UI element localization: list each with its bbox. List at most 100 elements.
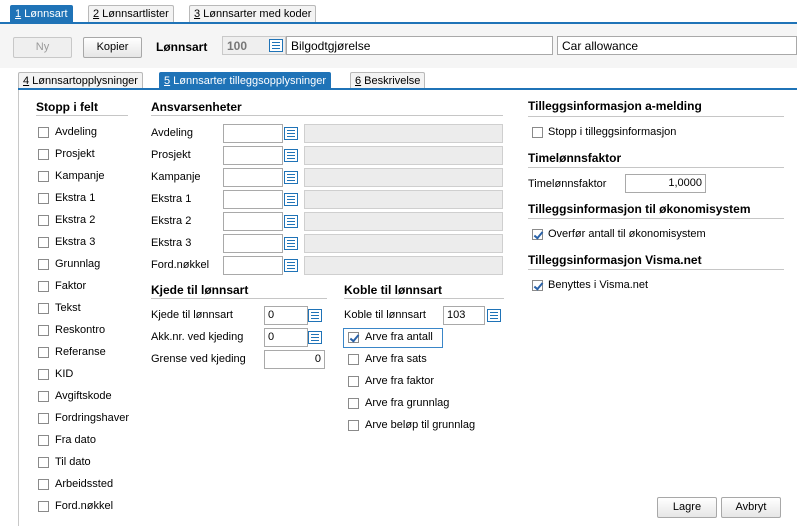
koble-option-checkbox[interactable] [348,398,359,409]
tab-lonnsarter-tilleggsopplysninger[interactable]: 5 Lønnsarter tilleggsopplysninger [159,72,332,89]
amelding-section-title: Tilleggsinformasjon a-melding [528,99,702,113]
tab-lonnsarter-med-koder[interactable]: 3 Lønnsarter med koder [189,5,317,23]
ansvar-description-field [304,168,503,187]
tab-beskrivelse[interactable]: 6 Beskrivelse [350,72,426,89]
stopp-checkbox[interactable] [38,149,49,160]
stopp-checkbox[interactable] [38,193,49,204]
stopp-checkbox[interactable] [38,127,49,138]
koble-option-label: Arve fra grunnlag [365,397,450,409]
stopp-checkbox[interactable] [38,501,49,512]
ansvar-item-label: Prosjekt [151,149,191,161]
lookup-icon[interactable] [284,237,298,250]
overfor-label: Overfør antall til økonomisystem [548,228,706,240]
koble-label: Koble til lønnsart [344,309,426,321]
lagre-button[interactable]: Lagre [657,497,717,518]
ansvar-field[interactable] [223,234,283,253]
stopp-checkbox[interactable] [38,413,49,424]
koble-option-checkbox[interactable] [348,332,359,343]
stopp-checkbox[interactable] [38,281,49,292]
stopp-checkbox[interactable] [38,435,49,446]
stopp-section-title: Stopp i felt [36,100,98,114]
ansvar-item-label: Ford.nøkkel [151,259,210,271]
ansvar-field[interactable] [223,124,283,143]
stopp-item-label: KID [55,368,74,380]
timelonn-section-title: Timelønnsfaktor [528,151,622,165]
koble-option-label: Arve fra sats [365,353,427,365]
tab-label: Lønnsarter tilleggsopplysninger [170,75,327,87]
koble-option-label: Arve fra faktor [365,375,435,387]
ansvar-field[interactable] [223,190,283,209]
akk-field[interactable]: 0 [264,328,308,347]
koble-option-checkbox[interactable] [348,376,359,387]
stopp-checkbox[interactable] [38,237,49,248]
stopp-item-label: Ekstra 2 [55,214,96,226]
lookup-icon[interactable] [487,309,501,322]
okonomi-section-title: Tilleggsinformasjon til økonomisystem [528,202,751,216]
ny-button[interactable]: Ny [13,37,72,58]
tab-label: Lønnsart [21,8,68,20]
grense-field[interactable]: 0 [264,350,325,369]
kjede-section-title: Kjede til lønnsart [151,283,249,297]
koble-option-checkbox[interactable] [348,354,359,365]
stopp-item-label: Fordringshaver [55,412,129,424]
stopp-item-label: Til dato [55,456,91,468]
ansvar-field[interactable] [223,168,283,187]
lonnsart-name-field[interactable]: Bilgodtgjørelse [286,36,553,55]
stopp-item-label: Faktor [55,280,87,292]
lookup-icon[interactable] [308,331,322,344]
kopier-button[interactable]: Kopier [83,37,142,58]
koble-option-checkbox[interactable] [348,420,359,431]
kjede-field[interactable]: 0 [264,306,308,325]
lonnsart-label: Lønnsart [156,40,208,54]
stopp-item-label: Avdeling [55,126,97,138]
ansvar-field[interactable] [223,146,283,165]
overfor-checkbox[interactable] [532,229,543,240]
timelonn-field[interactable]: 1,0000 [625,174,706,193]
stopp-checkbox[interactable] [38,215,49,226]
stopp-checkbox[interactable] [38,369,49,380]
ansvar-item-label: Ekstra 3 [151,237,192,249]
tab-lonnsartlister[interactable]: 2 Lønnsartlister [88,5,174,23]
lookup-icon[interactable] [284,127,298,140]
ansvar-item-label: Kampanje [151,171,201,183]
benyttes-checkbox[interactable] [532,280,543,291]
akk-label: Akk.nr. ved kjeding [151,331,244,343]
ansvar-field[interactable] [223,256,283,275]
stopp-item-label: Kampanje [55,170,105,182]
lookup-icon[interactable] [308,309,322,322]
section-divider [151,298,327,299]
stopp-checkbox[interactable] [38,479,49,490]
section-divider [528,116,784,117]
timelonn-label: Timelønnsfaktor [528,178,607,190]
stopp-checkbox[interactable] [38,303,49,314]
tab-label: Lønnsartopplysninger [29,75,138,87]
koble-option-label: Arve beløp til grunnlag [365,419,476,431]
stopp-checkbox[interactable] [38,391,49,402]
lookup-icon[interactable] [284,149,298,162]
ansvar-description-field [304,234,503,253]
tab-lonnsart[interactable]: 1 Lønnsart [10,5,73,23]
section-divider [528,167,784,168]
ansvar-section-title: Ansvarsenheter [151,100,242,114]
lookup-icon[interactable] [284,171,298,184]
lonnsart-english-field[interactable]: Car allowance [557,36,797,55]
stopp-checkbox[interactable] [38,259,49,270]
stopp-checkbox[interactable] [38,325,49,336]
grense-label: Grense ved kjeding [151,353,246,365]
ansvar-description-field [304,212,503,231]
avbryt-button[interactable]: Avbryt [721,497,781,518]
section-divider [36,115,128,116]
stopp-item-label: Prosjekt [55,148,95,160]
stopp-checkbox[interactable] [38,171,49,182]
tab-lonnsartopplysninger[interactable]: 4 Lønnsartopplysninger [18,72,143,89]
stopp-checkbox[interactable] [38,457,49,468]
koble-field[interactable]: 103 [443,306,485,325]
stopp-checkbox[interactable] [38,347,49,358]
lookup-icon[interactable] [284,193,298,206]
stopp-tillegg-checkbox[interactable] [532,127,543,138]
lookup-icon[interactable] [284,259,298,272]
ansvar-field[interactable] [223,212,283,231]
lookup-icon[interactable] [269,39,283,52]
lookup-icon[interactable] [284,215,298,228]
tab-label: Lønnsartlister [99,8,169,20]
